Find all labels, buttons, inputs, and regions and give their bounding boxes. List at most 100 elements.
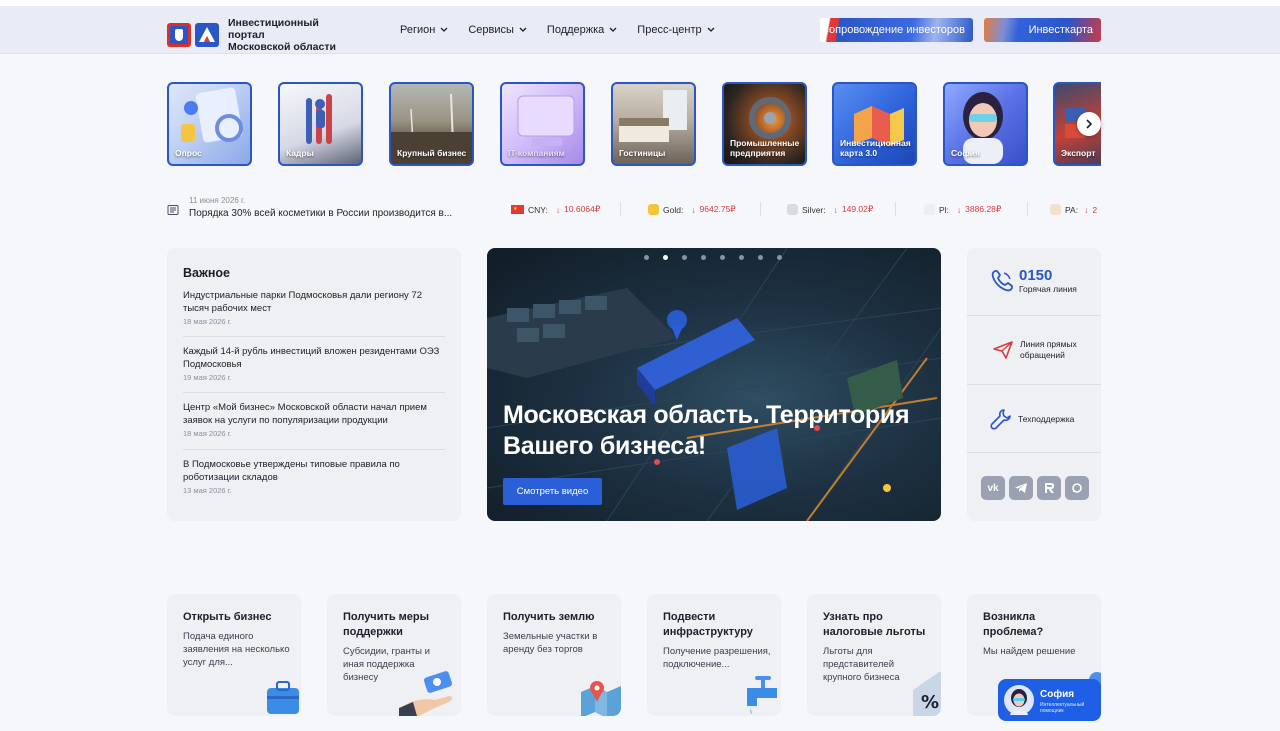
news-item[interactable]: Индустриальные парки Подмосковья дали ре… [183,289,445,337]
arrow-down-icon: ↓ [691,204,696,215]
important-news-panel: Важное Индустриальные парки Подмосковья … [167,248,461,521]
hero-slider[interactable]: Московская область. Территория Вашего би… [487,248,941,521]
map-pin-icon [581,681,621,716]
sofia-assistant-button[interactable]: София Интеллектуальный помощник [998,679,1101,721]
card-open-business[interactable]: Открыть бизнес Подача единого заявления … [167,594,301,716]
direct-line-label: Линия прямых обращений [1020,339,1077,360]
ticker-name: Pl: [939,204,949,215]
card-title: Подвести инфраструктуру [663,611,753,638]
news-item-date: 13 мая 2026 г. [183,486,232,495]
social-links: vk [981,476,1089,500]
rutube-icon[interactable] [1037,476,1061,500]
card-title: Получить меры поддержки [343,611,430,638]
arrow-down-icon: ↓ [555,204,561,215]
news-item-date: 18 мая 2026 г. [183,429,232,438]
nav-region-label: Регион [400,24,436,36]
hero-title: Московская область. Территория Вашего би… [503,401,910,460]
site-logo[interactable]: Инвестиционный портал Московской области [167,17,348,53]
nav-press[interactable]: Пресс-центр [637,24,715,36]
ticker-divider [760,202,761,216]
tile-large-business[interactable]: Крупный бизнес [389,82,474,166]
news-item[interactable]: Каждый 14-й рубль инвестиций вложен рези… [183,345,445,393]
slider-dot-active[interactable] [663,255,668,260]
sofia-subtitle: Интеллектуальный помощник [1040,702,1085,714]
direct-line[interactable]: Линия прямых обращений [967,316,1101,385]
chevron-right-icon [1086,119,1093,129]
tile-hotels[interactable]: Гостиницы [611,82,696,166]
sofia-name: София [1040,689,1075,700]
news-item[interactable]: В Подмосковье утверждены типовые правила… [183,458,445,502]
slider-dot[interactable] [758,255,763,260]
tile-sofia[interactable]: София [943,82,1028,166]
nav-services[interactable]: Сервисы [468,24,527,36]
watch-video-button[interactable]: Смотреть видео [503,478,602,505]
card-tax-benefits[interactable]: Узнать про налоговые льготы Льготы для п… [807,594,941,716]
card-support-measures[interactable]: Получить меры поддержки Субсидии, гранты… [327,594,461,716]
slider-dot[interactable] [739,255,744,260]
paper-plane-icon [993,341,1013,359]
arrow-down-icon: ↓ [956,204,962,215]
chevron-down-icon [707,27,715,32]
newspaper-icon [167,205,179,215]
card-title: Получить землю [503,611,595,623]
nav-region[interactable]: Регион [400,24,448,36]
important-title: Важное [183,266,230,280]
ticker-name: Silver: [802,204,826,215]
slider-dot[interactable] [777,255,782,260]
news-item-date: 19 мая 2026 г. [183,373,232,382]
news-item-title: Каждый 14-й рубль инвестиций вложен рези… [183,346,440,370]
slider-dot[interactable] [644,255,649,260]
logo-text: Инвестиционный портал Московской области [228,17,348,53]
tile-label: IT-компаниям [508,148,565,158]
wrench-icon [990,409,1011,430]
news-item[interactable]: Центр «Мой бизнес» Московской области на… [183,401,445,450]
card-title: Открыть бизнес [183,611,272,623]
max-icon[interactable] [1065,476,1089,500]
svg-text:%: % [921,692,939,713]
card-title: Узнать про налоговые льготы [823,611,926,638]
ticker-name: CNY: [528,204,548,215]
ticker-name: Gold: [663,204,684,215]
news-item-title: Центр «Мой бизнес» Московской области на… [183,402,427,426]
invest-map-label: Инвесткарта [1028,24,1093,36]
slider-dot[interactable] [701,255,706,260]
hotline[interactable]: 0150 Горячая линия [967,248,1101,316]
news-item-date: 18 мая 2026 г. [183,317,232,326]
silver-coin-icon [787,204,798,215]
ticker-cny: ★ CNY: ↓ 10.6064₽ [511,204,600,215]
tile-label: Промышленные предприятия [730,138,800,158]
chevron-down-icon [519,27,527,32]
investors-support-button[interactable]: Сопровождение инвесторов [820,18,973,42]
site-header: Инвестиционный портал Московской области… [0,6,1280,54]
card-text: Земельные участки в аренду без торгов [503,631,598,655]
ticker-value: 2 [1092,204,1098,215]
card-text: Мы найдем решение [983,646,1076,657]
vk-icon[interactable]: vk [981,476,1005,500]
tile-industrial[interactable]: Промышленные предприятия [722,82,807,166]
ticker-value: 149.02₽ [841,204,874,214]
slider-dot[interactable] [682,255,687,260]
water-tap-icon [747,676,777,714]
card-infrastructure[interactable]: Подвести инфраструктуру Получение разреш… [647,594,781,716]
tiles-next-button[interactable] [1077,112,1101,136]
tile-label: София [951,148,980,158]
briefcase-icon [267,681,299,714]
tile-invest-map[interactable]: Инвестиционная карта 3.0 [832,82,917,166]
tile-staff[interactable]: Кадры [278,82,363,166]
ticker-value: 10.6064₽ [564,204,601,214]
assistant-avatar [1004,685,1034,715]
ticker-value: 3886.28₽ [965,204,1002,214]
invest-map-button[interactable]: Инвесткарта [984,18,1101,42]
nav-services-label: Сервисы [468,24,514,36]
tile-it[interactable]: IT-компаниям [500,82,585,166]
telegram-icon[interactable] [1009,476,1033,500]
nav-support[interactable]: Поддержка [547,24,617,36]
arrow-down-icon: ↓ [833,204,838,215]
slider-dot[interactable] [720,255,725,260]
ticker-divider [620,202,621,216]
tech-support[interactable]: Техподдержка [967,385,1101,453]
tile-survey[interactable]: Опрос [167,82,252,166]
card-get-land[interactable]: Получить землю Земельные участки в аренд… [487,594,621,716]
ticker-name: PA: [1065,204,1079,215]
card-text: Получение разрешения, подключение... [663,646,771,670]
